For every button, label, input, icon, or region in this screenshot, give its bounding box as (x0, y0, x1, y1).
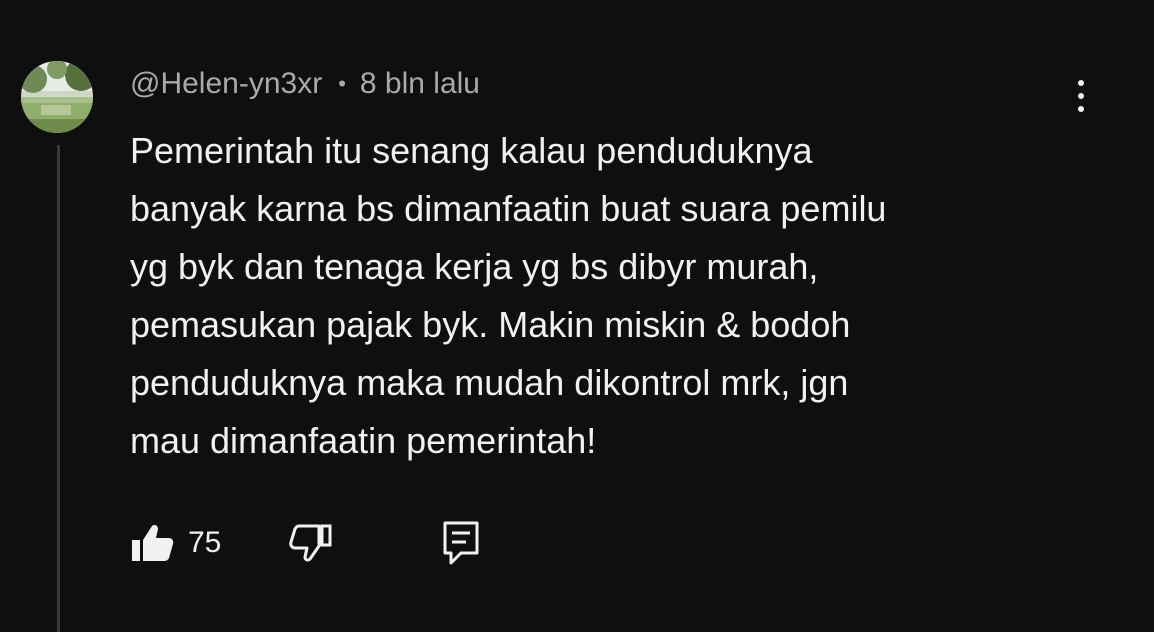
author-name[interactable]: @Helen-yn3xr (130, 67, 322, 101)
more-options-button[interactable] (1066, 76, 1096, 116)
avatar[interactable] (21, 61, 93, 133)
more-vertical-icon-dot (1078, 80, 1084, 86)
comment-text-line: mau dimanfaatin pemerintah! (130, 420, 597, 461)
timestamp[interactable]: 8 bln lalu (360, 67, 480, 101)
dislike-button[interactable] (289, 523, 333, 563)
thread-line (57, 145, 60, 632)
reply-button[interactable] (441, 520, 481, 566)
comment-actions: 75 (130, 518, 481, 568)
comment-header: @Helen-yn3xr • 8 bln lalu (130, 64, 480, 104)
thumbs-up-icon (132, 525, 174, 561)
comment-thread: @Helen-yn3xr • 8 bln lalu Pemerintah itu… (0, 0, 1154, 632)
comment-text-line: Pemerintah itu senang kalau penduduknya (130, 130, 813, 171)
separator-dot: • (338, 71, 346, 96)
more-vertical-icon-dot (1078, 106, 1084, 112)
comment-text: Pemerintah itu senang kalau penduduknya … (130, 122, 1070, 470)
thumbs-down-icon (289, 524, 332, 562)
comment-text-line: pemasukan pajak byk. Makin miskin & bodo… (130, 304, 851, 345)
like-button[interactable]: 75 (130, 523, 221, 563)
comment-text-line: banyak karna bs dimanfaatin buat suara p… (130, 188, 887, 229)
more-vertical-icon-dot (1078, 93, 1084, 99)
avatar-image (21, 61, 93, 133)
comment-text-line: yg byk dan tenaga kerja yg bs dibyr mura… (130, 246, 819, 287)
reply-comment-icon (443, 521, 479, 565)
like-count: 75 (188, 526, 222, 559)
comment-text-line: penduduknya maka mudah dikontrol mrk, jg… (130, 362, 849, 403)
